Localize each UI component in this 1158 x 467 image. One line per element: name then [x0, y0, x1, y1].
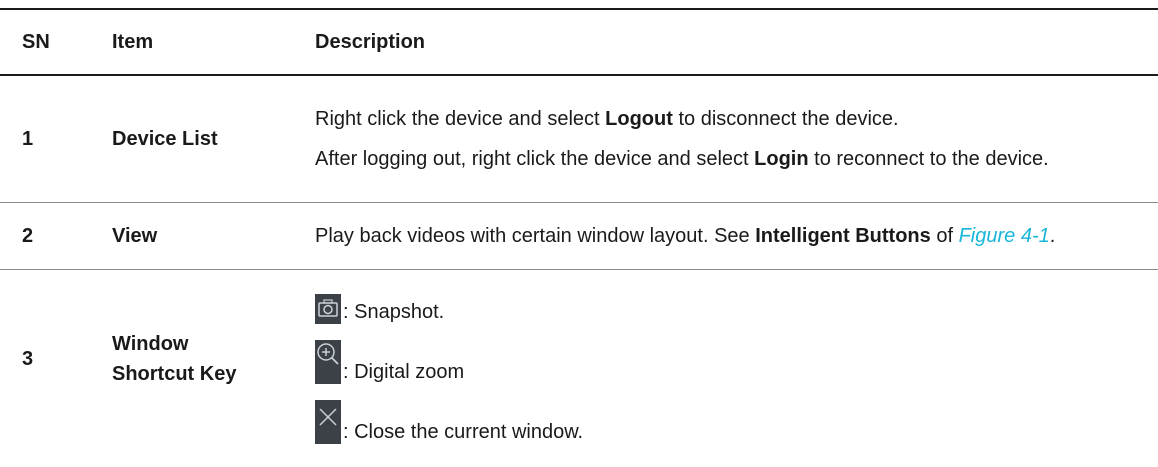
row-description-line: Right click the device and select Logout… [315, 108, 899, 130]
row-description-line: After logging out, right click the devic… [315, 148, 1049, 170]
row-item: Device List [112, 128, 218, 150]
close-icon [315, 400, 341, 444]
shortcut-label: : Snapshot. [343, 301, 445, 323]
shortcut-label: : Close the current window. [343, 421, 584, 443]
intelligent-buttons-term: Intelligent Buttons [755, 225, 931, 247]
table-row: 2 View Play back videos with certain win… [0, 202, 1158, 270]
logout-term: Logout [605, 108, 673, 130]
row-item: View [112, 225, 158, 247]
login-term: Login [754, 148, 809, 170]
row-sn: 2 [22, 225, 34, 247]
shortcut-digital-zoom: : Digital zoom [315, 334, 1138, 384]
header-description: Description [303, 10, 1158, 76]
shortcut-close-window: : Close the current window. [315, 394, 1138, 444]
header-item: Item [100, 10, 303, 76]
shortcut-snapshot: : Snapshot. [315, 274, 1138, 324]
row-description-line: Play back videos with certain window lay… [315, 225, 1056, 247]
camera-icon [315, 294, 341, 324]
figure-link[interactable]: Figure 4-1 [959, 225, 1050, 247]
row-sn: 1 [22, 128, 34, 150]
header-sn: SN [0, 10, 100, 76]
zoom-in-icon [315, 340, 341, 384]
table-header-row: SN Item Description [0, 10, 1158, 76]
row-item: Window Shortcut Key [112, 333, 237, 385]
description-table: SN Item Description 1 Device List Right … [0, 8, 1158, 448]
shortcut-label: : Digital zoom [343, 361, 465, 383]
table-row: 3 Window Shortcut Key : Snapshot.: Digi… [0, 270, 1158, 449]
table-row: 1 Device List Right click the device and… [0, 75, 1158, 203]
row-sn: 3 [22, 348, 34, 370]
